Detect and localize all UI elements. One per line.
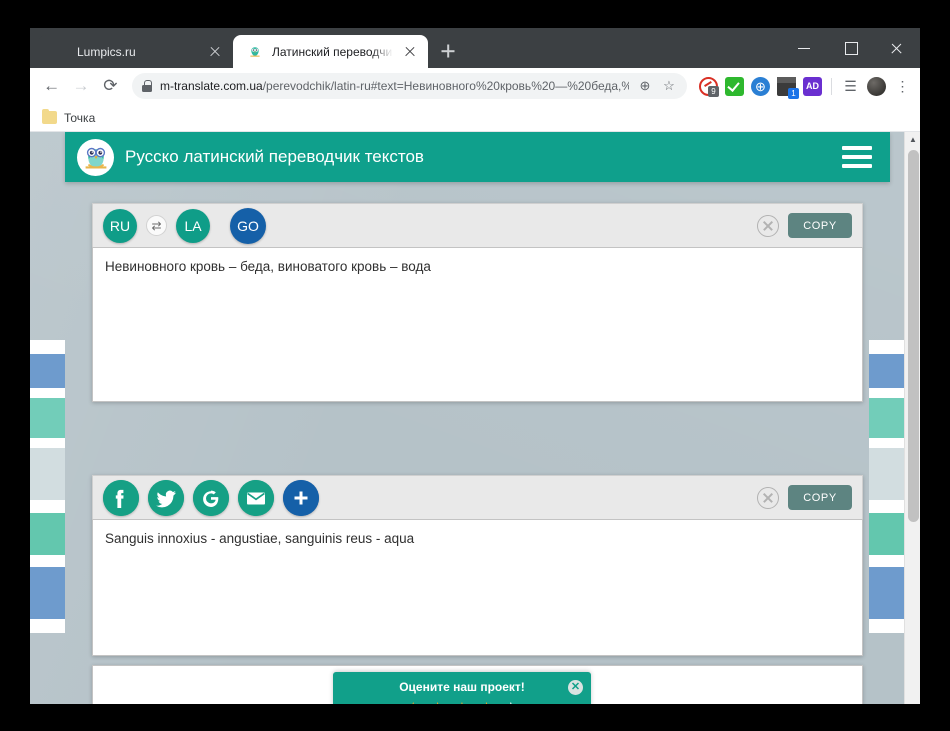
decor-strip-left-8 <box>30 555 65 567</box>
hamburger-icon[interactable] <box>842 146 872 168</box>
tab-title: Латинский переводчик - онлайн <box>272 44 393 59</box>
copy-result-button[interactable]: COPY <box>788 485 852 510</box>
window-controls <box>782 28 920 68</box>
box-extension-badge: 1 <box>787 87 799 99</box>
decor-strip-left-1 <box>30 354 65 388</box>
clear-icon[interactable] <box>757 214 779 237</box>
scroll-up-arrow[interactable]: ▲ <box>905 132 920 148</box>
bookmark-item-tochka[interactable]: Точка <box>42 109 96 125</box>
screen: Lumpics.ru Латинский переводчик ← → ⟳ m-… <box>0 0 950 731</box>
bookmarks-bar: Точка <box>30 104 920 132</box>
owl-icon <box>247 43 263 60</box>
decor-strip-left-5 <box>30 448 65 500</box>
bookmark-star-icon[interactable]: ☆ <box>661 78 677 94</box>
toolbar-divider <box>830 77 832 95</box>
minimize-button[interactable] <box>782 28 828 68</box>
url-path: /perevodchik/latin-ru#text=Невиновного%2… <box>262 79 629 93</box>
rating-close-icon[interactable]: ✕ <box>568 680 583 695</box>
site-header: Русско латинский переводчик текстов <box>65 132 890 182</box>
browser-toolbar: ← → ⟳ m-translate.com.ua/perevodchik/lat… <box>30 68 920 104</box>
url-text: m-translate.com.ua/perevodchik/latin-ru#… <box>160 79 629 93</box>
globe-extension-icon[interactable]: ⊕ <box>750 76 770 96</box>
rating-stars[interactable]: ★★★★★ <box>402 700 522 705</box>
scrollbar-thumb[interactable] <box>908 150 919 522</box>
result-text-output[interactable]: Sanguis innoxius - angustiae, sanguinis … <box>92 519 863 656</box>
reload-button[interactable]: ⟳ <box>97 72 124 100</box>
owl-logo-icon <box>77 138 114 176</box>
decor-strip-left-2 <box>30 388 65 398</box>
decor-strip-left-7 <box>30 513 65 555</box>
adblock-badge: 9 <box>707 85 719 97</box>
star-icon-3[interactable]: ★ <box>451 700 473 705</box>
tab-close-icon[interactable] <box>207 44 223 60</box>
folder-icon <box>42 109 57 124</box>
checkmark-extension-icon[interactable] <box>724 76 744 96</box>
source-language-button[interactable]: RU <box>103 208 137 243</box>
url-host: m-translate.com.ua <box>159 79 263 93</box>
new-tab-button[interactable] <box>434 37 462 65</box>
site-title: Русско латинский переводчик текстов <box>125 147 424 166</box>
site-content: Русско латинский переводчик текстов RU ⇄… <box>65 132 890 704</box>
maximize-button[interactable] <box>828 28 874 68</box>
install-app-icon[interactable]: ⊕ <box>637 78 653 94</box>
extension-icons: 9 ⊕ 1 AD ☰ ⋮ <box>695 76 912 99</box>
tab-strip: Lumpics.ru Латинский переводчик <box>30 28 920 68</box>
back-button[interactable]: ← <box>38 72 65 100</box>
browser-tab-translator[interactable]: Латинский переводчик - онлайн <box>233 35 428 68</box>
source-toolbar: RU ⇄ LA GO COPY <box>92 203 863 247</box>
browser-window: Lumpics.ru Латинский переводчик ← → ⟳ m-… <box>30 28 920 704</box>
page-scrollbar[interactable]: ▲ ▼ <box>904 132 920 704</box>
email-icon[interactable] <box>238 479 274 516</box>
source-panel: RU ⇄ LA GO COPY Невиновного кровь – беда… <box>92 203 863 402</box>
decor-strip-left-10 <box>30 619 65 633</box>
rating-title: Оцените наш проект! <box>399 680 525 694</box>
reading-list-icon[interactable]: ☰ <box>841 77 860 96</box>
bookmark-label: Точка <box>64 110 96 125</box>
tab-title: Lumpics.ru <box>77 44 136 59</box>
close-window-button[interactable] <box>874 28 920 68</box>
decor-strip-left-3 <box>30 398 65 438</box>
more-share-icon[interactable] <box>283 479 319 516</box>
decor-strip-left-0 <box>30 340 65 354</box>
source-text-input[interactable]: Невиновного кровь – беда, виноватого кро… <box>92 247 863 402</box>
rating-widget: Оцените наш проект! ★★★★★ ✕ <box>333 672 591 704</box>
browser-menu-icon[interactable]: ⋮ <box>893 78 912 95</box>
target-language-button[interactable]: LA <box>176 208 210 243</box>
swap-languages-icon[interactable]: ⇄ <box>146 215 167 236</box>
orange-circle-icon <box>52 44 68 60</box>
star-icon-4[interactable]: ★ <box>475 700 497 705</box>
browser-tab-lumpics[interactable]: Lumpics.ru <box>38 35 233 68</box>
purple-extension-icon[interactable]: AD <box>802 76 822 96</box>
box-extension-icon[interactable]: 1 <box>776 76 799 99</box>
star-icon-2[interactable]: ★ <box>426 700 448 705</box>
address-bar[interactable]: m-translate.com.ua/perevodchik/latin-ru#… <box>131 73 687 99</box>
google-icon[interactable] <box>193 479 229 516</box>
translate-go-button[interactable]: GO <box>230 207 266 244</box>
decor-strip-left-6 <box>30 500 65 513</box>
page-viewport: Русско латинский переводчик текстов RU ⇄… <box>30 132 920 704</box>
twitter-icon[interactable] <box>148 479 184 516</box>
forward-button[interactable]: → <box>67 72 94 100</box>
star-icon-1[interactable]: ★ <box>402 700 424 705</box>
profile-avatar[interactable] <box>866 76 886 96</box>
decor-strip-left-4 <box>30 438 65 448</box>
result-panel: COPY Sanguis innoxius - angustiae, sangu… <box>92 475 863 656</box>
decor-strip-left-9 <box>30 567 65 619</box>
adblock-icon[interactable]: 9 <box>698 76 719 97</box>
lock-icon <box>141 80 152 92</box>
result-toolbar: COPY <box>92 475 863 519</box>
tab-close-icon[interactable] <box>402 44 418 60</box>
clear-icon[interactable] <box>757 486 779 509</box>
copy-source-button[interactable]: COPY <box>788 213 852 238</box>
star-icon-5[interactable]: ★ <box>500 700 522 705</box>
facebook-icon[interactable] <box>103 479 139 516</box>
